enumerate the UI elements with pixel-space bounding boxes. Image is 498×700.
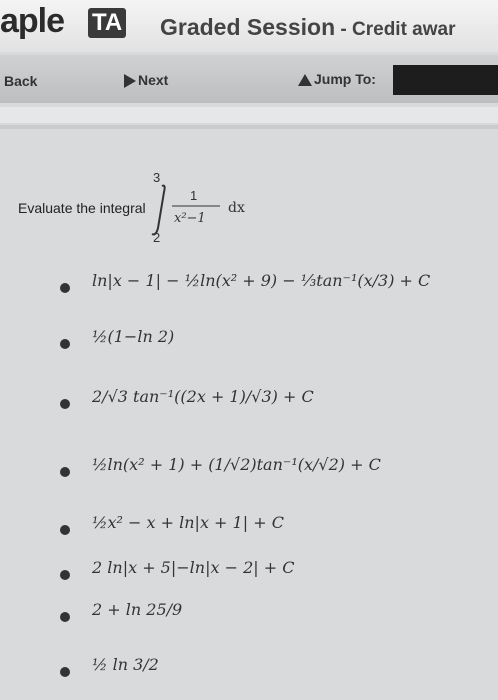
jump-to-label: Jump To: [298, 71, 376, 87]
radio-bullet-icon[interactable] [60, 467, 70, 477]
jump-label: Jump To: [314, 71, 376, 87]
radio-bullet-icon[interactable] [60, 667, 70, 677]
next-label: Next [138, 72, 169, 88]
option-text: ½x² − x + ln|x + 1| + C [92, 513, 284, 532]
integral-expression: 3 2 1 x²−1 dx [151, 170, 245, 245]
next-arrow-icon [124, 74, 136, 89]
lower-limit: 2 [153, 230, 160, 245]
radio-bullet-icon[interactable] [60, 283, 70, 293]
next-button[interactable]: Next [124, 72, 169, 89]
divider-stripe [0, 107, 498, 123]
radio-bullet-icon[interactable] [60, 570, 70, 580]
back-button[interactable]: Back [4, 73, 37, 89]
upper-limit: 3 [153, 170, 160, 185]
radio-bullet-icon[interactable] [60, 339, 70, 349]
logo: aple [0, 2, 65, 40]
jump-to-input[interactable] [393, 65, 498, 95]
session-title-sub: - Credit awar [335, 19, 456, 40]
radio-bullet-icon[interactable] [60, 612, 70, 622]
integrand-numerator: 1 [190, 188, 197, 203]
option-text: ln|x − 1| − ½ln(x² + 9) − ⅓tan⁻¹(x/3) + … [92, 271, 431, 290]
option-text: 2/√3 tan⁻¹((2x + 1)/√3) + C [92, 387, 314, 406]
radio-bullet-icon[interactable] [60, 525, 70, 535]
divider-line [0, 125, 498, 129]
question-prompt: Evaluate the integral [18, 200, 146, 216]
jump-arrow-icon [298, 74, 312, 86]
app-header: aple TA Graded Session - Credit awar [0, 0, 498, 52]
logo-badge: TA [88, 8, 127, 38]
radio-bullet-icon[interactable] [60, 399, 70, 409]
differential: dx [228, 200, 245, 216]
option-text: 2 ln|x + 5|−ln|x − 2| + C [92, 558, 295, 577]
option-text: ½(1−ln 2) [92, 327, 175, 346]
integral-sign-icon [151, 184, 166, 236]
option-text: ½ln(x² + 1) + (1/√2)tan⁻¹(x/√2) + C [92, 455, 381, 474]
option-text: 2 + ln 25/9 [92, 600, 183, 619]
nav-bar: Back Next Jump To: [0, 55, 498, 103]
integrand-denominator: x²−1 [174, 211, 206, 226]
option-text: ½ ln 3/2 [92, 655, 159, 674]
session-title: Graded Session - Credit awar [160, 14, 456, 41]
session-title-main: Graded Session [160, 14, 336, 40]
